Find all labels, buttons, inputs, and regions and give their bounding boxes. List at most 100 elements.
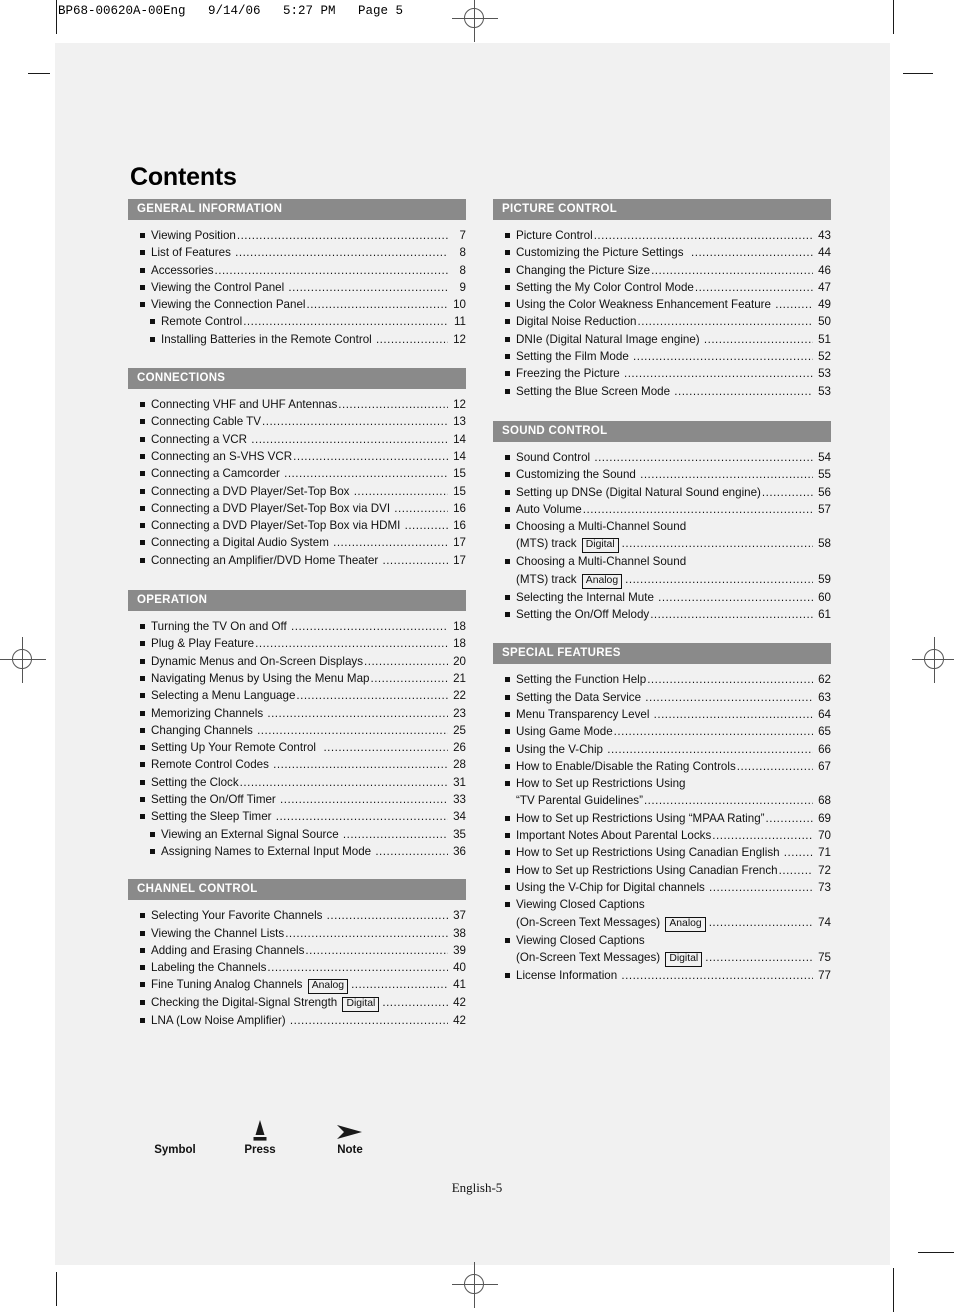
toc-entry-body: Setting the Film Mode 52 xyxy=(516,348,831,365)
toc-entry[interactable]: How to Set up Restrictions Using Canadia… xyxy=(493,844,831,861)
toc-entry[interactable]: License Information 77 xyxy=(493,967,831,984)
toc-entry[interactable]: Checking the Digital-Signal Strength Dig… xyxy=(128,994,466,1013)
toc-entry[interactable]: Turning the TV On and Off 18 xyxy=(128,618,466,635)
toc-leader-dots xyxy=(650,606,813,623)
toc-entry[interactable]: Setting the On/Off Melody 61 xyxy=(493,606,831,623)
toc-entry[interactable]: Viewing an External Signal Source 35 xyxy=(128,826,466,843)
toc-entry[interactable]: Assigning Names to External Input Mode 3… xyxy=(128,843,466,860)
toc-entry[interactable]: Setting the Film Mode 52 xyxy=(493,348,831,365)
toc-entry-body: Auto Volume 57 xyxy=(516,501,831,518)
toc-entry[interactable]: Navigating Menus by Using the Menu Map 21 xyxy=(128,670,466,687)
toc-entry[interactable]: Viewing Position 7 xyxy=(128,227,466,244)
toc-entry[interactable]: Viewing the Channel Lists 38 xyxy=(128,925,466,942)
toc-page-number: 23 xyxy=(453,706,466,720)
toc-entry[interactable]: Selecting the Internal Mute 60 xyxy=(493,589,831,606)
toc-entry-line: Adding and Erasing Channels 39 xyxy=(151,942,466,959)
toc-entry-line: Setting the Blue Screen Mode 53 xyxy=(516,383,831,400)
toc-page-number: 25 xyxy=(453,723,466,737)
toc-entry-body: Customizing the Picture Settings 44 xyxy=(516,244,831,261)
toc-page-number: 44 xyxy=(818,246,831,260)
toc-entry[interactable]: Dynamic Menus and On-Screen Displays 20 xyxy=(128,653,466,670)
toc-entry[interactable]: Connecting an S-VHS VCR 14 xyxy=(128,448,466,465)
toc-entry[interactable]: Connecting an Amplifier/DVD Home Theater… xyxy=(128,552,466,569)
toc-entry[interactable]: Customizing the Sound 55 xyxy=(493,466,831,483)
toc-entry[interactable]: Choosing a Multi-Channel Sound (MTS) trac… xyxy=(493,553,831,589)
toc-entry-line: Customizing the Sound 55 xyxy=(516,466,831,483)
toc-page-number: 36 xyxy=(453,844,466,858)
toc-entry[interactable]: Picture Control 43 xyxy=(493,227,831,244)
toc-entry[interactable]: Changing Channels 25 xyxy=(128,722,466,739)
toc-entry[interactable]: Connecting a DVD Player/Set-Top Box 15 xyxy=(128,483,466,500)
toc-entry[interactable]: How to Set up Restrictions Using “TV Pare… xyxy=(493,775,831,810)
toc-entry[interactable]: Connecting a VCR 14 xyxy=(128,431,466,448)
toc-entry[interactable]: Customizing the Picture Settings 44 xyxy=(493,244,831,261)
toc-entry[interactable]: Plug & Play Feature 18 xyxy=(128,635,466,652)
toc-entry[interactable]: Important Notes About Parental Locks 70 xyxy=(493,827,831,844)
toc-entry[interactable]: Remote Control 11 xyxy=(128,313,466,330)
toc-entry[interactable]: Connecting Cable TV 13 xyxy=(128,413,466,430)
toc-entry[interactable]: Setting the Sleep Timer 34 xyxy=(128,808,466,825)
toc-entry[interactable]: Setting the Blue Screen Mode 53 xyxy=(493,383,831,400)
toc-entry[interactable]: Setting Up Your Remote Control 26 xyxy=(128,739,466,756)
toc-entry[interactable]: Choosing a Multi-Channel Sound (MTS) trac… xyxy=(493,518,831,554)
toc-entry[interactable]: Auto Volume 57 xyxy=(493,501,831,518)
toc-entry[interactable]: Connecting a Camcorder 15 xyxy=(128,465,466,482)
toc-entry-line: Checking the Digital-Signal Strength Dig… xyxy=(151,994,466,1013)
toc-entry[interactable]: Setting the My Color Control Mode 47 xyxy=(493,279,831,296)
toc-entry[interactable]: Viewing Closed Captions (On-Screen Text M… xyxy=(493,896,831,932)
toc-entry[interactable]: Fine Tuning Analog Channels Analog 41 xyxy=(128,976,466,995)
toc-entry[interactable]: DNIe (Digital Natural Image engine) 51 xyxy=(493,331,831,348)
toc-entry[interactable]: Setting up DNSe (Digital Natural Sound e… xyxy=(493,484,831,501)
toc-entry[interactable]: Labeling the Channels 40 xyxy=(128,959,466,976)
toc-entry[interactable]: List of Features 8 xyxy=(128,244,466,261)
toc-entry[interactable]: Viewing Closed Captions (On-Screen Text M… xyxy=(493,932,831,967)
toc-entry[interactable]: Freezing the Picture 53 xyxy=(493,365,831,382)
toc-entry[interactable]: Changing the Picture Size 46 xyxy=(493,262,831,279)
toc-entry-line: Selecting Your Favorite Channels 37 xyxy=(151,907,466,924)
toc-leader-dots xyxy=(267,705,448,722)
toc-entry[interactable]: Adding and Erasing Channels 39 xyxy=(128,942,466,959)
legend-note: Note xyxy=(315,1118,385,1156)
toc-entry[interactable]: Setting the Data Service 63 xyxy=(493,689,831,706)
toc-entry[interactable]: Using the V-Chip 66 xyxy=(493,741,831,758)
square-bullet-icon xyxy=(505,589,516,600)
toc-entry[interactable]: Digital Noise Reduction 50 xyxy=(493,313,831,330)
toc-entry[interactable]: Setting the Function Help 62 xyxy=(493,671,831,688)
toc-entry[interactable]: Selecting a Menu Language 22 xyxy=(128,687,466,704)
toc-page-number: 12 xyxy=(453,398,466,412)
toc-entry[interactable]: Memorizing Channels 23 xyxy=(128,705,466,722)
toc-entry[interactable]: Installing Batteries in the Remote Contr… xyxy=(128,331,466,348)
toc-entry[interactable]: How to Set up Restrictions Using “MPAA R… xyxy=(493,810,831,827)
toc-entry[interactable]: Using the V-Chip for Digital channels 73 xyxy=(493,879,831,896)
square-bullet-icon xyxy=(505,741,516,752)
toc-entry[interactable]: Setting the On/Off Timer 33 xyxy=(128,791,466,808)
toc-entry[interactable]: Connecting VHF and UHF Antennas 12 xyxy=(128,396,466,413)
toc-entry[interactable]: Using Game Mode 65 xyxy=(493,723,831,740)
toc-entry[interactable]: Viewing the Connection Panel 10 xyxy=(128,296,466,313)
toc-entry[interactable]: Connecting a Digital Audio System 17 xyxy=(128,534,466,551)
toc-entry[interactable]: Viewing the Control Panel 9 xyxy=(128,279,466,296)
toc-entry[interactable]: Remote Control Codes 28 xyxy=(128,756,466,773)
toc-entry-text: Connecting an Amplifier/DVD Home Theater xyxy=(151,553,382,567)
toc-entry-body: Setting the On/Off Timer 33 xyxy=(151,791,466,808)
toc-entry[interactable]: Menu Transparency Level 64 xyxy=(493,706,831,723)
toc-entry[interactable]: How to Set up Restrictions Using Canadia… xyxy=(493,862,831,879)
square-bullet-icon xyxy=(140,670,151,681)
toc-leader-dots xyxy=(645,689,813,706)
toc-entry[interactable]: Using the Color Weakness Enhancement Fea… xyxy=(493,296,831,313)
toc-leader-dots xyxy=(644,792,813,809)
toc-entry-line: Setting the On/Off Melody 61 xyxy=(516,606,831,623)
toc-entry[interactable]: Setting the Clock 31 xyxy=(128,774,466,791)
toc-entry-text: Connecting a DVD Player/Set-Top Box xyxy=(151,484,353,498)
toc-entry[interactable]: Selecting Your Favorite Channels 37 xyxy=(128,907,466,924)
toc-entry[interactable]: Sound Control 54 xyxy=(493,449,831,466)
toc-entry[interactable]: LNA (Low Noise Amplifier) 42 xyxy=(128,1012,466,1029)
toc-entry[interactable]: Accessories 8 xyxy=(128,262,466,279)
toc-leader-dots xyxy=(351,976,448,993)
toc-entry-text: Setting the My Color Control Mode xyxy=(516,280,694,294)
toc-entry[interactable]: Connecting a DVD Player/Set-Top Box via … xyxy=(128,500,466,517)
toc-entry-body: Accessories 8 xyxy=(151,262,466,279)
toc-entry[interactable]: How to Enable/Disable the Rating Control… xyxy=(493,758,831,775)
toc-entry[interactable]: Connecting a DVD Player/Set-Top Box via … xyxy=(128,517,466,534)
signal-type-badge: Analog xyxy=(581,573,623,589)
